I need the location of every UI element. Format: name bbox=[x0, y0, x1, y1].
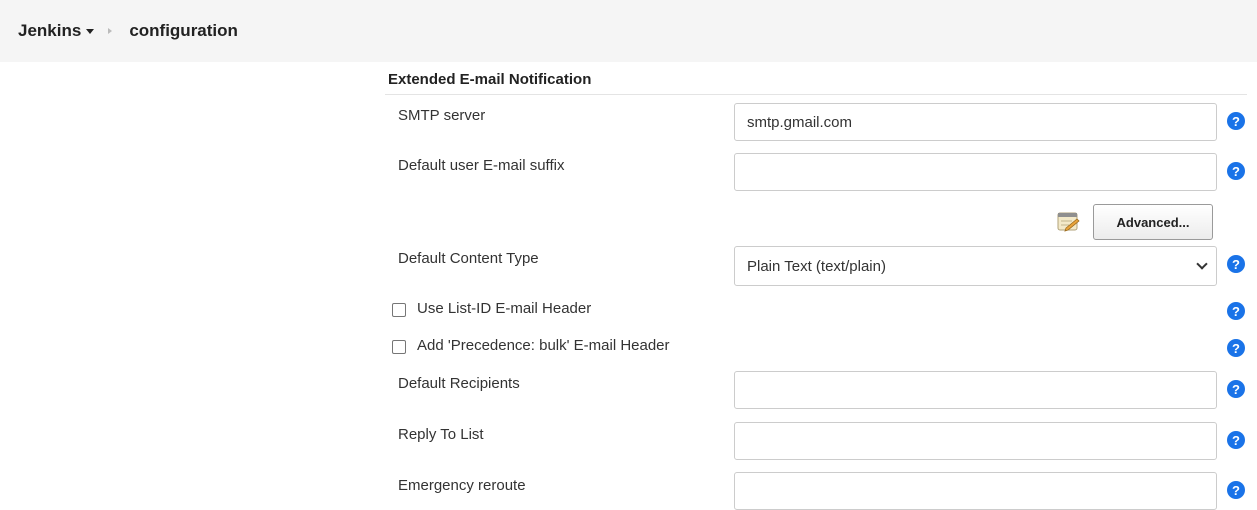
help-icon[interactable]: ? bbox=[1227, 380, 1245, 398]
help-icon[interactable]: ? bbox=[1227, 339, 1245, 357]
reply-to-label: Reply To List bbox=[398, 426, 484, 443]
breadcrumb-jenkins-label: Jenkins bbox=[18, 21, 82, 40]
breadcrumb: Jenkins configuration bbox=[0, 0, 1257, 62]
reply-to-input[interactable] bbox=[734, 422, 1217, 460]
section-title: Extended E-mail Notification bbox=[388, 71, 592, 88]
list-id-label[interactable]: Use List-ID E-mail Header bbox=[417, 300, 591, 317]
help-icon[interactable]: ? bbox=[1227, 112, 1245, 130]
help-icon[interactable]: ? bbox=[1227, 302, 1245, 320]
chevron-right-icon bbox=[108, 28, 113, 34]
default-recipients-label: Default Recipients bbox=[398, 375, 520, 392]
emergency-reroute-input[interactable] bbox=[734, 472, 1217, 510]
help-icon[interactable]: ? bbox=[1227, 431, 1245, 449]
section-divider bbox=[385, 94, 1247, 95]
caret-down-icon[interactable] bbox=[86, 29, 95, 34]
precedence-label[interactable]: Add 'Precedence: bulk' E-mail Header bbox=[417, 337, 670, 354]
content-type-label: Default Content Type bbox=[398, 250, 539, 267]
chevron-down-icon bbox=[1196, 258, 1208, 270]
help-icon[interactable]: ? bbox=[1227, 481, 1245, 499]
precedence-checkbox[interactable] bbox=[392, 340, 406, 354]
email-suffix-label: Default user E-mail suffix bbox=[398, 157, 565, 174]
smtp-server-input[interactable] bbox=[734, 103, 1217, 141]
notepad-icon bbox=[1055, 208, 1081, 234]
content-type-value: Plain Text (text/plain) bbox=[747, 257, 886, 275]
email-suffix-input[interactable] bbox=[734, 153, 1217, 191]
default-recipients-input[interactable] bbox=[734, 371, 1217, 409]
breadcrumb-configuration[interactable]: configuration bbox=[129, 21, 238, 41]
help-icon[interactable]: ? bbox=[1227, 162, 1245, 180]
list-id-checkbox[interactable] bbox=[392, 303, 406, 317]
smtp-server-label: SMTP server bbox=[398, 107, 486, 124]
emergency-reroute-label: Emergency reroute bbox=[398, 477, 526, 494]
breadcrumb-jenkins[interactable]: Jenkins bbox=[18, 21, 95, 41]
advanced-button[interactable]: Advanced... bbox=[1093, 204, 1213, 240]
content-type-select[interactable]: Plain Text (text/plain) bbox=[734, 246, 1217, 286]
help-icon[interactable]: ? bbox=[1227, 255, 1245, 273]
